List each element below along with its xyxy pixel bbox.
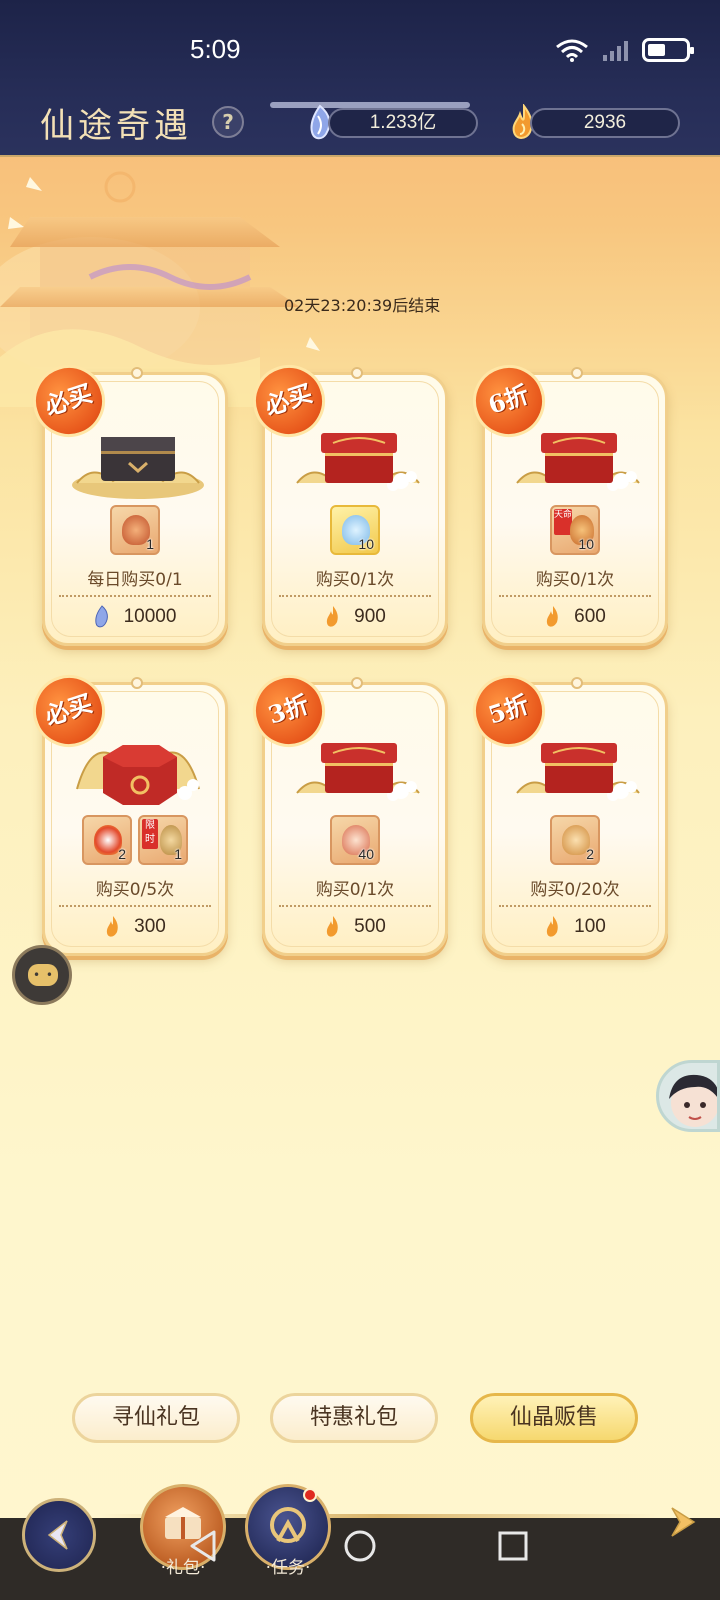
package-card-5[interactable]: 3折 40 购买0/1次 500 [243, 665, 448, 956]
battery-icon [642, 38, 694, 62]
package-card-4[interactable]: 必买 2 限时 1 购买0/5次 300 [23, 665, 228, 956]
page-title: 仙途奇遇 [40, 106, 192, 146]
spirit-stone-amount[interactable]: 1.233亿 [328, 108, 478, 138]
red-chest-icon [516, 743, 640, 801]
purchase-limit: 购买0/1次 [315, 880, 395, 900]
status-time: 5:09 [190, 34, 241, 64]
fire-crystal-amount[interactable]: 2936 [530, 108, 680, 138]
purchase-limit: 每日购买0/1 [87, 570, 183, 590]
fire-crystal-icon [326, 916, 338, 937]
reward-item[interactable]: 1 [110, 505, 160, 555]
fire-crystal-icon [546, 606, 558, 627]
price-value: 900 [354, 606, 386, 627]
reward-items: 1 [45, 505, 225, 555]
hex-chest-icon [76, 745, 200, 805]
price-row[interactable]: 600 [485, 605, 665, 629]
reward-items: 2 限时 1 [45, 815, 225, 865]
back-button[interactable] [22, 1498, 96, 1572]
price-row[interactable]: 300 [45, 915, 225, 939]
character-portrait-icon [669, 1074, 717, 1127]
price-value: 100 [574, 916, 606, 937]
purchase-limit: 购买0/20次 [530, 880, 620, 900]
system-recents-icon[interactable] [496, 1528, 530, 1564]
purchase-limit: 购买0/1次 [535, 570, 615, 590]
tab-special-offer-pack[interactable]: 特惠礼包 [270, 1393, 438, 1443]
spirit-stone-icon [94, 605, 108, 628]
purchase-limit: 购买0/5次 [95, 880, 175, 900]
task-notification-dot [303, 1488, 317, 1502]
reward-item[interactable]: 2 [82, 815, 132, 865]
chat-button[interactable]: • • • [12, 945, 72, 1005]
price-row[interactable]: 900 [265, 605, 445, 629]
tab-crystal-sale[interactable]: 仙晶贩售 [470, 1393, 638, 1443]
price-row[interactable]: 10000 [45, 605, 225, 629]
expand-arrow-icon[interactable] [668, 1504, 700, 1540]
reward-item[interactable]: 10 [330, 505, 380, 555]
fire-crystal-icon [106, 916, 118, 937]
wifi-icon [555, 38, 589, 62]
tab-seek-immortal-pack[interactable]: 寻仙礼包 [72, 1393, 240, 1443]
fire-crystal-icon [326, 606, 338, 627]
price-value: 10000 [123, 606, 177, 627]
price-value: 500 [354, 916, 386, 937]
package-card-6[interactable]: 5折 2 购买0/20次 100 [463, 665, 668, 956]
top-bar: 5:09 仙途奇遇 ? 1.233亿 2936 [0, 0, 720, 157]
reward-items: 40 [265, 815, 445, 865]
system-home-icon[interactable] [342, 1528, 378, 1564]
event-timer: 02天23:20:39后结束 [284, 296, 441, 315]
red-chest-icon [296, 433, 420, 491]
reward-item[interactable]: 天命 10 [550, 505, 600, 555]
back-arrow-icon [47, 1520, 68, 1550]
companion-avatar[interactable] [656, 1060, 720, 1132]
package-card-2[interactable]: 必买 10 购买0/1次 900 [243, 355, 448, 646]
system-back-icon[interactable] [186, 1528, 220, 1564]
purchase-limit: 购买0/1次 [315, 570, 395, 590]
red-chest-icon [516, 433, 640, 491]
reward-items: 10 [265, 505, 445, 555]
package-card-3[interactable]: 6折 天命 10 购买0/1次 600 [463, 355, 668, 646]
status-icons [555, 38, 694, 62]
price-value: 600 [574, 606, 606, 627]
price-row[interactable]: 500 [265, 915, 445, 939]
reward-item[interactable]: 40 [330, 815, 380, 865]
reward-item[interactable]: 2 [550, 815, 600, 865]
package-card-1[interactable]: 必买 1 每日购买0/1 10000 [23, 355, 228, 646]
reward-items: 天命 10 [485, 505, 665, 555]
help-button[interactable]: ? [212, 106, 244, 138]
reward-items: 2 [485, 815, 665, 865]
black-chest-icon [72, 437, 204, 499]
reward-item[interactable]: 限时 1 [138, 815, 188, 865]
price-value: 300 [134, 916, 166, 937]
item-tag: 限时 [142, 819, 158, 849]
price-row[interactable]: 100 [485, 915, 665, 939]
task-nav-label: ·任务· [265, 1558, 311, 1578]
signal-icon [603, 39, 628, 61]
red-chest-icon [296, 743, 420, 801]
fire-crystal-icon [546, 916, 558, 937]
